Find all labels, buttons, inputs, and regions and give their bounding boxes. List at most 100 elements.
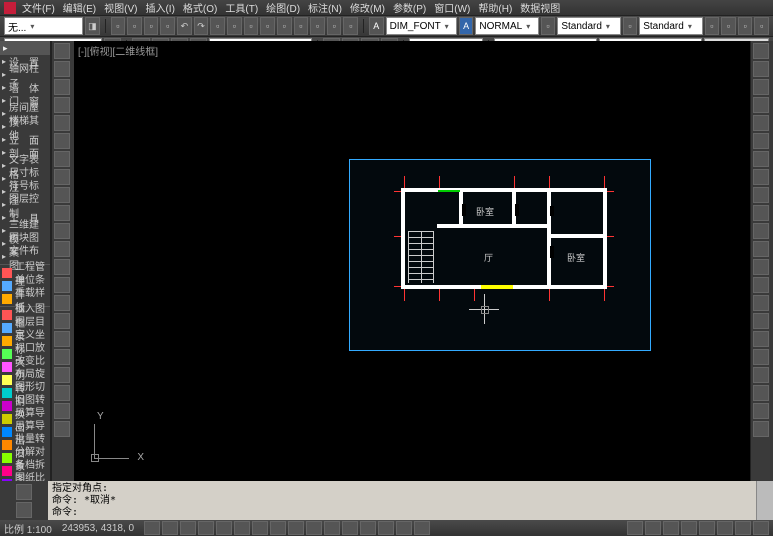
vtool-btn[interactable] bbox=[753, 61, 769, 77]
menu-draw[interactable]: 绘图(D) bbox=[266, 0, 300, 15]
vtool-btn[interactable] bbox=[54, 223, 70, 239]
status-toggle[interactable] bbox=[270, 521, 286, 535]
tool-btn[interactable]: ▫ bbox=[244, 17, 259, 35]
tool-btn[interactable]: ▫ bbox=[260, 17, 275, 35]
tool-btn[interactable]: ▫ bbox=[277, 17, 292, 35]
vtool-btn[interactable] bbox=[753, 133, 769, 149]
menu-param[interactable]: 参数(P) bbox=[393, 0, 426, 15]
tool-btn[interactable]: ▫ bbox=[738, 17, 753, 35]
text-btn[interactable]: A bbox=[369, 17, 384, 35]
tool-btn[interactable]: ◨ bbox=[85, 17, 100, 35]
menu-dataview[interactable]: 数据视图 bbox=[520, 0, 560, 15]
vtool-btn[interactable] bbox=[753, 367, 769, 383]
menu-format[interactable]: 格式(O) bbox=[183, 0, 217, 15]
vtool-btn[interactable] bbox=[753, 97, 769, 113]
tool-btn[interactable]: ▫ bbox=[754, 17, 769, 35]
menu-tools[interactable]: 工具(T) bbox=[225, 0, 258, 15]
drawing-canvas[interactable]: [-][俯视][二维线框] bbox=[74, 41, 750, 481]
status-toggle[interactable] bbox=[414, 521, 430, 535]
menu-file[interactable]: 文件(F) bbox=[22, 0, 55, 15]
status-toggle[interactable] bbox=[288, 521, 304, 535]
side-panel-header[interactable]: ▸ bbox=[0, 41, 50, 55]
status-toggle[interactable] bbox=[216, 521, 232, 535]
tool-btn[interactable]: ▫ bbox=[210, 17, 225, 35]
vtool-btn[interactable] bbox=[54, 133, 70, 149]
menu-edit[interactable]: 编辑(E) bbox=[63, 0, 96, 15]
vtool-btn[interactable] bbox=[753, 151, 769, 167]
save-btn[interactable]: ▫ bbox=[144, 17, 159, 35]
dimstyle-dropdown[interactable]: DIM_FONT▾ bbox=[386, 17, 457, 35]
vtool-btn[interactable] bbox=[54, 331, 70, 347]
vtool-btn[interactable] bbox=[54, 169, 70, 185]
menu-dim[interactable]: 标注(N) bbox=[308, 0, 342, 15]
print-btn[interactable]: ▫ bbox=[160, 17, 175, 35]
tool-btn[interactable]: ▫ bbox=[705, 17, 720, 35]
status-toggle[interactable] bbox=[306, 521, 322, 535]
new-btn[interactable]: ▫ bbox=[111, 17, 126, 35]
menu-help[interactable]: 帮助(H) bbox=[478, 0, 512, 15]
vtool-btn[interactable] bbox=[54, 277, 70, 293]
vtool-btn[interactable] bbox=[753, 43, 769, 59]
tool-btn[interactable]: ▫ bbox=[227, 17, 242, 35]
vtool-btn[interactable] bbox=[54, 295, 70, 311]
vtool-btn[interactable] bbox=[54, 367, 70, 383]
tool-btn[interactable]: ▫ bbox=[327, 17, 342, 35]
open-btn[interactable]: ▫ bbox=[127, 17, 142, 35]
menu-modify[interactable]: 修改(M) bbox=[350, 0, 385, 15]
std-btn[interactable]: ▫ bbox=[623, 17, 638, 35]
vtool-btn[interactable] bbox=[753, 115, 769, 131]
vtool-btn[interactable] bbox=[54, 313, 70, 329]
status-toggle[interactable] bbox=[717, 521, 733, 535]
status-toggle[interactable] bbox=[753, 521, 769, 535]
status-toggle[interactable] bbox=[234, 521, 250, 535]
menu-view[interactable]: 视图(V) bbox=[104, 0, 137, 15]
vtool-btn[interactable] bbox=[753, 259, 769, 275]
vtool-btn[interactable] bbox=[753, 349, 769, 365]
menu-window[interactable]: 窗口(W) bbox=[434, 0, 470, 15]
cmd-tool-btn[interactable] bbox=[16, 502, 32, 518]
status-toggle[interactable] bbox=[252, 521, 268, 535]
text-btn[interactable]: A bbox=[459, 17, 474, 35]
status-toggle[interactable] bbox=[144, 521, 160, 535]
vtool-btn[interactable] bbox=[54, 421, 70, 437]
status-toggle[interactable] bbox=[396, 521, 412, 535]
tool-btn[interactable]: ▫ bbox=[343, 17, 358, 35]
status-toggle[interactable] bbox=[324, 521, 340, 535]
vtool-btn[interactable] bbox=[753, 277, 769, 293]
vtool-btn[interactable] bbox=[54, 97, 70, 113]
tool-btn[interactable]: ▫ bbox=[310, 17, 325, 35]
tool-btn[interactable]: ▫ bbox=[721, 17, 736, 35]
vtool-btn[interactable] bbox=[753, 331, 769, 347]
vtool-btn[interactable] bbox=[54, 241, 70, 257]
viewport-label[interactable]: [-][俯视][二维线框] bbox=[74, 41, 162, 60]
vtool-btn[interactable] bbox=[54, 61, 70, 77]
status-toggle[interactable] bbox=[162, 521, 178, 535]
vtool-btn[interactable] bbox=[54, 115, 70, 131]
tablestyle1-dropdown[interactable]: Standard▾ bbox=[557, 17, 620, 35]
status-toggle[interactable] bbox=[735, 521, 751, 535]
status-toggle[interactable] bbox=[681, 521, 697, 535]
vtool-btn[interactable] bbox=[753, 421, 769, 437]
command-input[interactable]: 指定对角点: 命令: *取消* 命令: bbox=[48, 481, 756, 520]
vtool-btn[interactable] bbox=[753, 205, 769, 221]
status-toggle[interactable] bbox=[663, 521, 679, 535]
status-toggle[interactable] bbox=[645, 521, 661, 535]
vtool-btn[interactable] bbox=[54, 349, 70, 365]
vtool-btn[interactable] bbox=[753, 295, 769, 311]
status-toggle[interactable] bbox=[198, 521, 214, 535]
status-toggle[interactable] bbox=[627, 521, 643, 535]
menu-insert[interactable]: 插入(I) bbox=[145, 0, 174, 15]
vtool-btn[interactable] bbox=[54, 205, 70, 221]
status-toggle[interactable] bbox=[378, 521, 394, 535]
vtool-btn[interactable] bbox=[54, 403, 70, 419]
cmd-scrollbar[interactable] bbox=[756, 481, 773, 520]
vtool-btn[interactable] bbox=[54, 187, 70, 203]
cmd-prompt-line[interactable]: 命令: bbox=[52, 507, 752, 519]
vtool-btn[interactable] bbox=[54, 151, 70, 167]
cmd-grip[interactable] bbox=[0, 481, 48, 520]
vtool-btn[interactable] bbox=[54, 385, 70, 401]
status-toggle[interactable] bbox=[342, 521, 358, 535]
status-toggle[interactable] bbox=[180, 521, 196, 535]
vtool-btn[interactable] bbox=[753, 169, 769, 185]
tool-btn[interactable]: ▫ bbox=[294, 17, 309, 35]
